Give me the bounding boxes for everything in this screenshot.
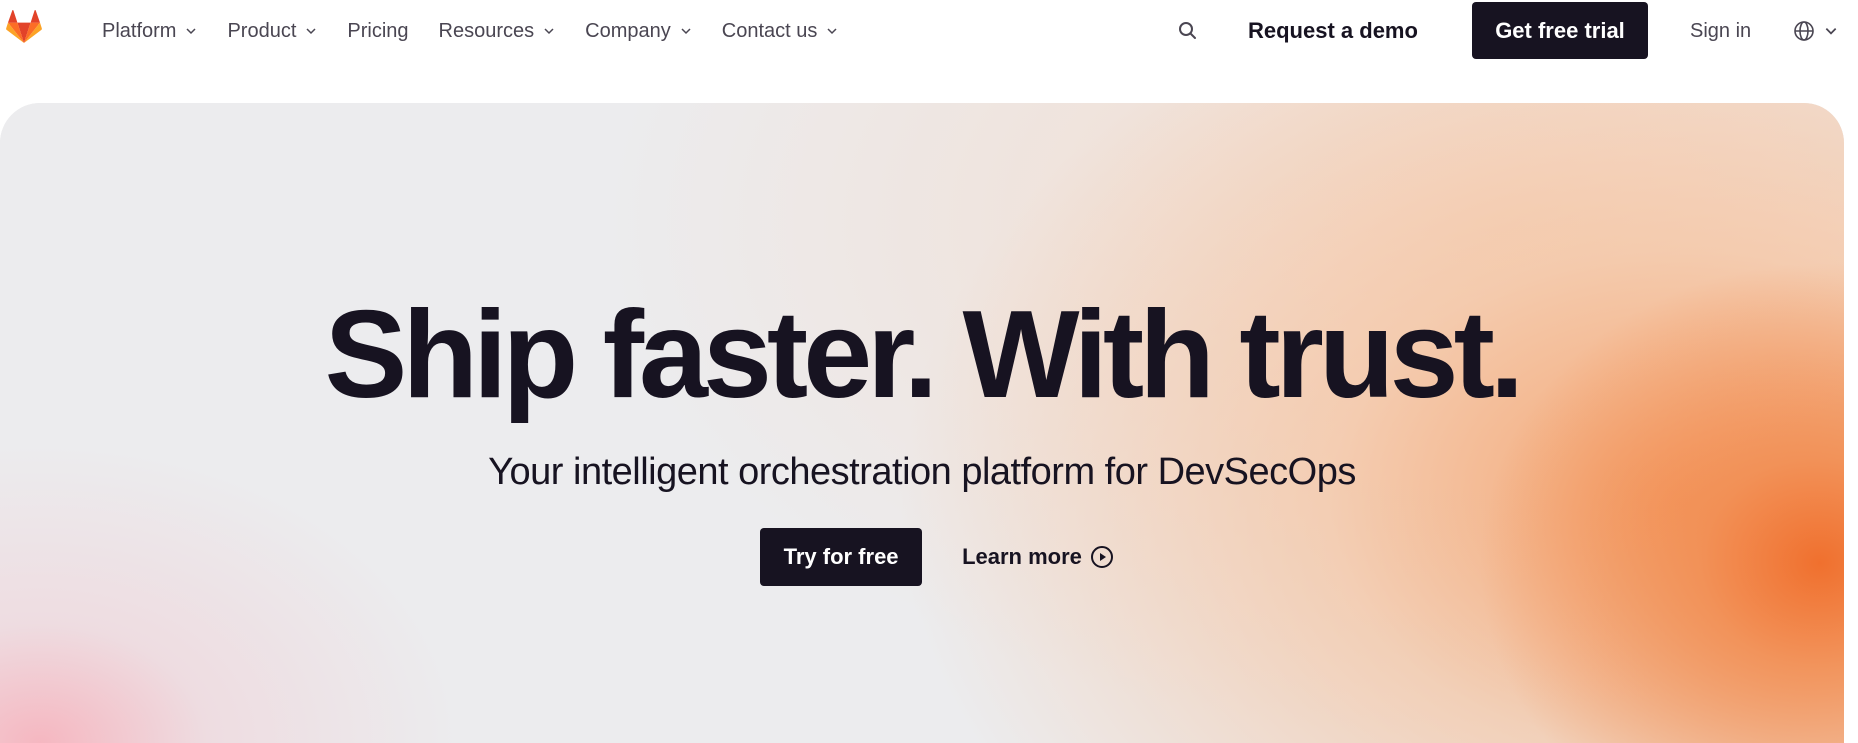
nav-label: Platform [102, 19, 177, 42]
nav-item-resources[interactable]: Resources [439, 0, 556, 62]
learn-more-link[interactable]: Learn more [962, 544, 1114, 570]
gitlab-logo[interactable] [6, 10, 42, 44]
sign-in-link[interactable]: Sign in [1690, 0, 1751, 62]
nav-label: Contact us [721, 19, 818, 42]
main-nav: Platform Product Pricing Resources Compa… [102, 0, 868, 62]
nav-item-company[interactable]: Company [585, 0, 692, 62]
hero-subtitle: Your intelligent orchestration platform … [488, 451, 1356, 493]
gitlab-tanuki-icon [6, 10, 42, 43]
nav-label: Product [227, 19, 297, 42]
nav-label: Company [585, 19, 671, 42]
hero-title: Ship faster. With trust. [324, 286, 1525, 424]
get-free-trial-button[interactable]: Get free trial [1472, 2, 1648, 59]
hero-content: Ship faster. With trust. Your intelligen… [0, 103, 1844, 723]
hero-section: Ship faster. With trust. Your intelligen… [0, 103, 1844, 743]
top-navbar: Platform Product Pricing Resources Compa… [0, 0, 1858, 62]
nav-label: Pricing [347, 19, 409, 42]
hero-actions: Try for free Learn more [0, 528, 1844, 586]
nav-item-contact-us[interactable]: Contact us [722, 0, 839, 62]
nav-label: Resources [438, 19, 535, 42]
try-for-free-button[interactable]: Try for free [760, 528, 923, 586]
search-icon [1179, 22, 1196, 39]
learn-more-label: Learn more [962, 544, 1082, 569]
search-button[interactable] [1176, 19, 1200, 43]
request-demo-link[interactable]: Request a demo [1248, 0, 1418, 62]
chevron-down-icon [186, 28, 196, 35]
play-circle-icon [1090, 546, 1113, 568]
chevron-down-icon [544, 28, 554, 35]
chevron-down-icon [306, 28, 316, 35]
language-selector[interactable] [1792, 18, 1852, 44]
nav-item-product[interactable]: Product [227, 0, 317, 62]
nav-item-platform[interactable]: Platform [102, 0, 197, 62]
nav-item-pricing[interactable]: Pricing [347, 0, 408, 62]
chevron-down-icon [681, 28, 691, 35]
chevron-down-icon [827, 28, 837, 35]
globe-icon [1794, 21, 1814, 41]
chevron-down-icon [1825, 28, 1837, 35]
